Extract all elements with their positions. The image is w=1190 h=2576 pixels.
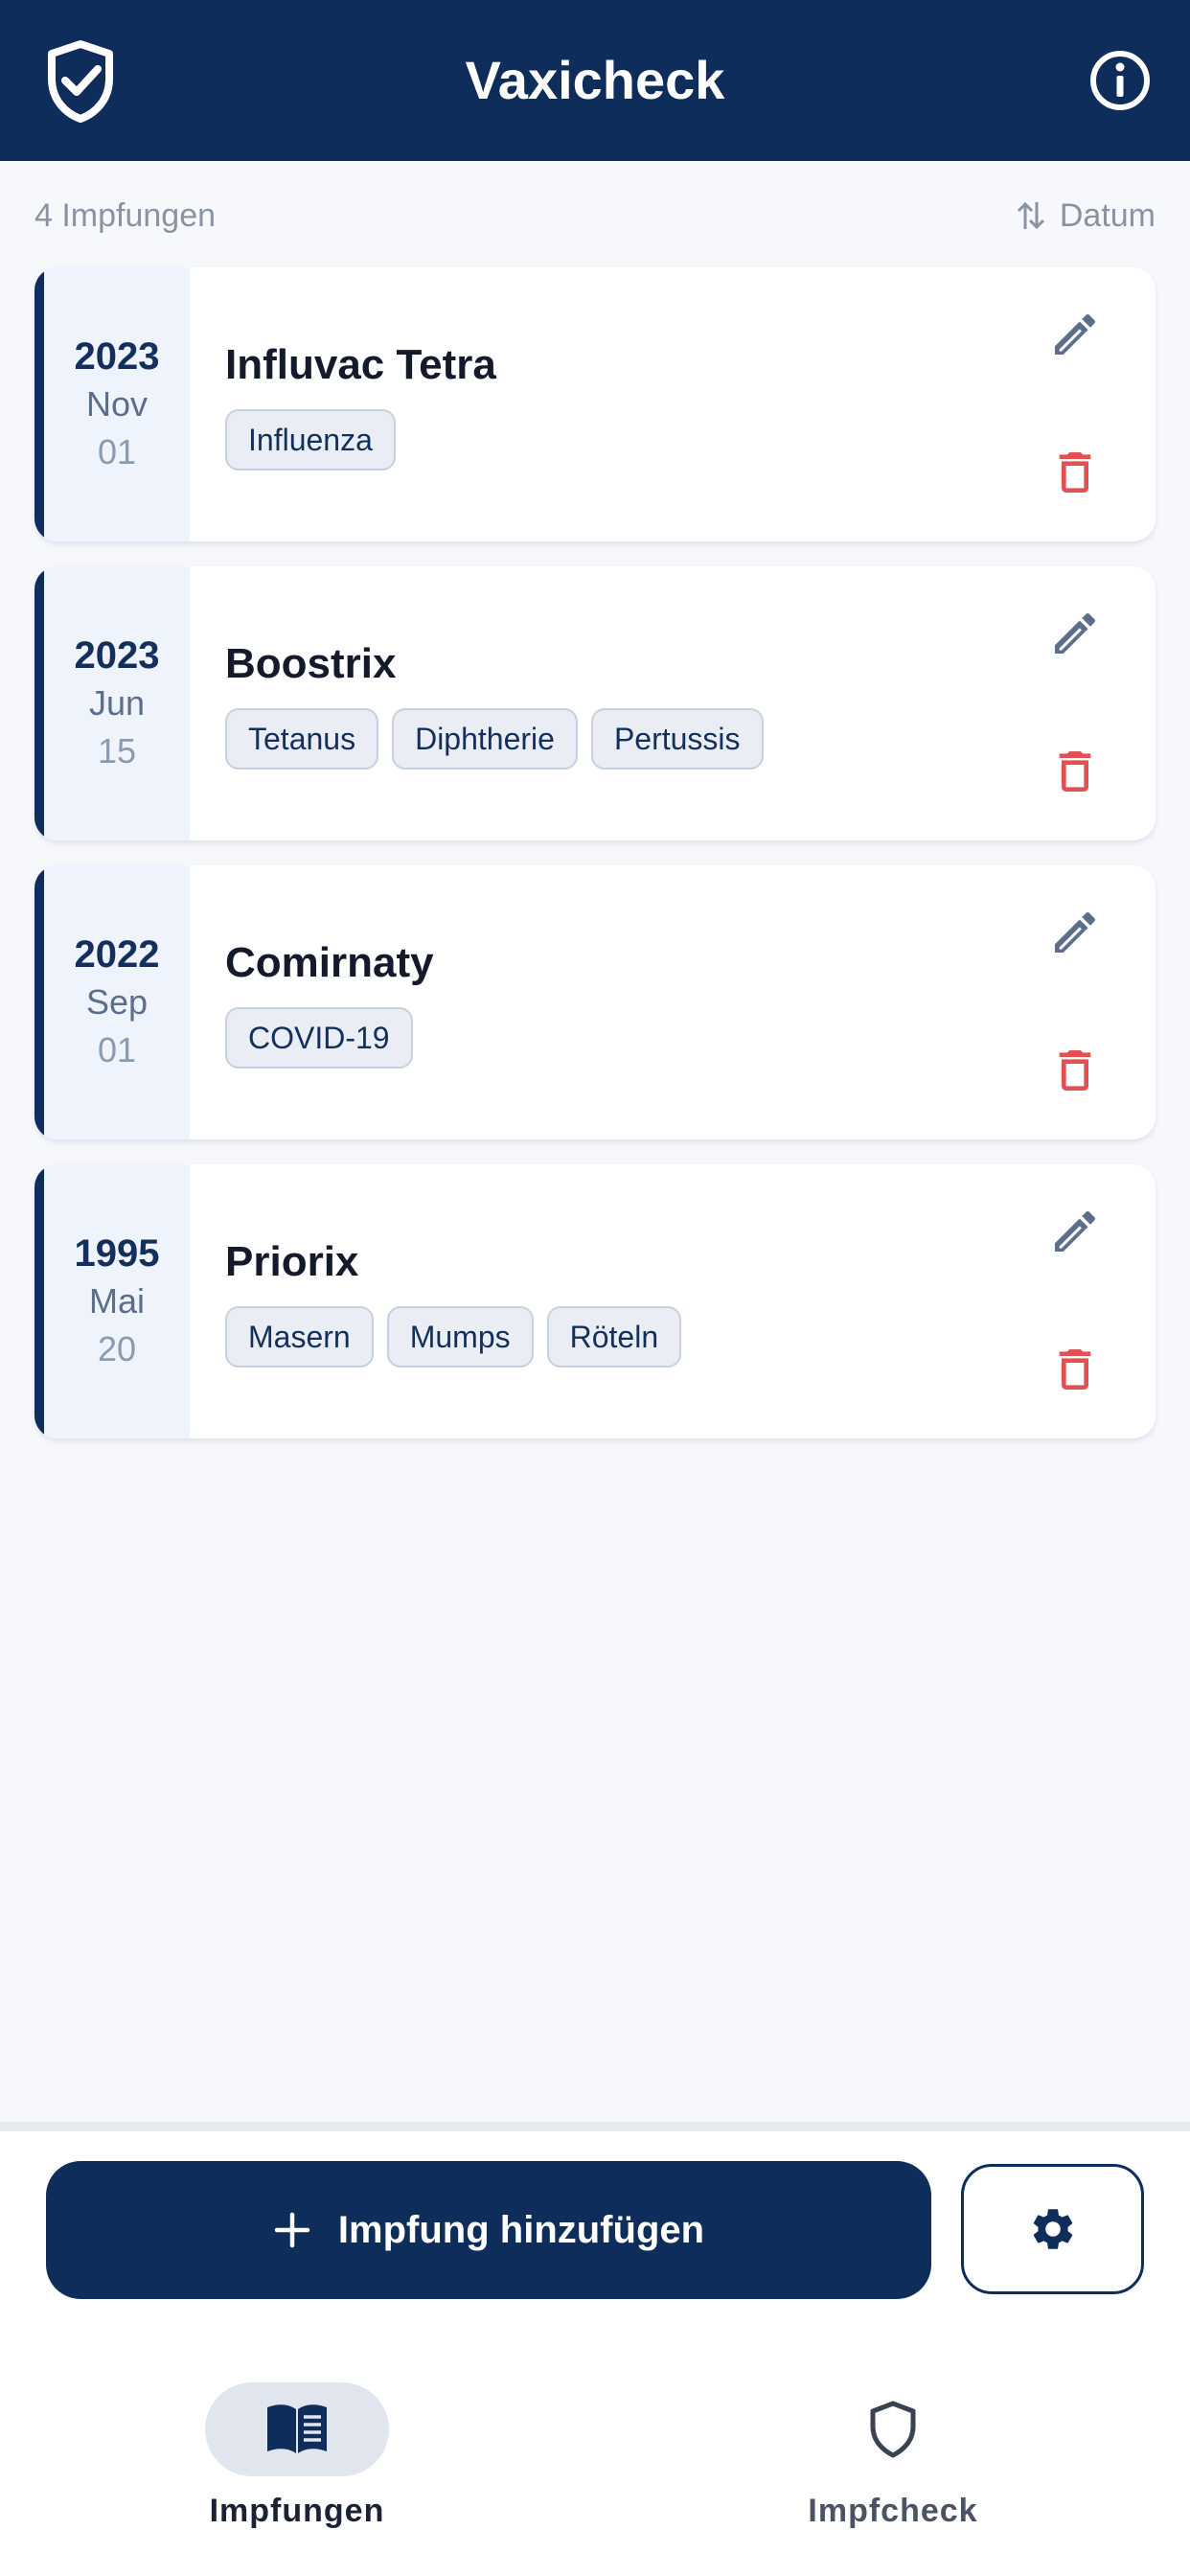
vaccination-date: 2023 Jun 15 (34, 566, 190, 840)
disease-tag[interactable]: Röteln (546, 1306, 682, 1368)
date-day: 15 (97, 731, 137, 770)
vaccination-count: 4 Impfungen (34, 197, 217, 234)
edit-pencil-icon[interactable] (1048, 906, 1102, 959)
add-vaccination-label: Impfung hinzufügen (337, 2208, 705, 2251)
shield-icon (870, 2401, 916, 2458)
delete-trash-icon[interactable] (1048, 446, 1102, 499)
bottom-divider (0, 2122, 1190, 2131)
nav-label-impfungen: Impfungen (209, 2493, 385, 2529)
sort-arrows-icon (1017, 201, 1044, 230)
app-header: Vaxicheck (0, 0, 1190, 161)
edit-pencil-icon[interactable] (1048, 308, 1102, 361)
vaccine-name: Influvac Tetra (225, 341, 496, 388)
disease-tag[interactable]: Mumps (386, 1306, 534, 1368)
disease-tag[interactable]: COVID-19 (225, 1007, 413, 1069)
settings-button[interactable] (961, 2164, 1144, 2294)
date-day: 20 (97, 1329, 137, 1368)
delete-trash-icon[interactable] (1048, 745, 1102, 798)
disease-tags: COVID-19 (225, 1007, 413, 1069)
date-month: Jun (88, 683, 146, 723)
date-year: 2023 (74, 335, 160, 378)
vaccine-name: Boostrix (225, 640, 397, 687)
disease-tag[interactable]: Pertussis (590, 708, 764, 770)
date-year: 2023 (74, 634, 160, 677)
disease-tags: Masern Mumps Röteln (225, 1306, 682, 1368)
date-year: 1995 (74, 1232, 160, 1275)
delete-trash-icon[interactable] (1048, 1044, 1102, 1097)
delete-trash-icon[interactable] (1048, 1343, 1102, 1396)
vaccination-date: 2022 Sep 01 (34, 865, 190, 1139)
date-month: Sep (85, 982, 149, 1022)
sort-button[interactable]: Datum (1016, 195, 1156, 237)
disease-tags: Influenza (225, 409, 396, 471)
plus-icon (274, 2212, 310, 2248)
disease-tag[interactable]: Influenza (225, 409, 396, 471)
vaccination-date: 1995 Mai 20 (34, 1164, 190, 1438)
edit-pencil-icon[interactable] (1048, 607, 1102, 660)
add-vaccination-button[interactable]: Impfung hinzufügen (46, 2161, 931, 2299)
vaccine-name: Comirnaty (225, 939, 434, 986)
vaccination-date: 2023 Nov 01 (34, 267, 190, 541)
date-month: Mai (88, 1281, 145, 1321)
vaccination-card[interactable]: 2023 Nov 01 Influvac Tetra Influenza (34, 267, 1156, 541)
date-year: 2022 (74, 933, 160, 976)
date-month: Nov (85, 384, 149, 424)
info-circle-icon[interactable] (1087, 47, 1154, 114)
vaccination-card[interactable]: 1995 Mai 20 Priorix Masern Mumps Röteln (34, 1164, 1156, 1438)
date-day: 01 (97, 1030, 137, 1070)
nav-label-impfcheck: Impfcheck (808, 2493, 978, 2529)
nav-item-impfcheck[interactable]: Impfcheck (749, 2382, 1037, 2536)
vaccination-card[interactable]: 2023 Jun 15 Boostrix Tetanus Diphtherie Pe… (34, 566, 1156, 840)
disease-tag[interactable]: Masern (225, 1306, 374, 1368)
vaccine-name: Priorix (225, 1238, 359, 1285)
gear-icon (1033, 2209, 1072, 2249)
sort-label: Datum (1059, 196, 1156, 234)
date-day: 01 (97, 432, 137, 472)
edit-pencil-icon[interactable] (1048, 1205, 1102, 1258)
vaccination-card[interactable]: 2022 Sep 01 Comirnaty COVID-19 (34, 865, 1156, 1139)
app-title: Vaxicheck (465, 50, 725, 110)
nav-item-impfungen[interactable]: Impfungen (153, 2382, 441, 2536)
disease-tag[interactable]: Tetanus (225, 708, 379, 770)
nav-icon-wrap (801, 2382, 985, 2476)
disease-tags: Tetanus Diphtherie Pertussis (225, 708, 764, 770)
book-icon (267, 2404, 327, 2453)
nav-active-indicator (205, 2382, 389, 2476)
disease-tag[interactable]: Diphtherie (392, 708, 578, 770)
